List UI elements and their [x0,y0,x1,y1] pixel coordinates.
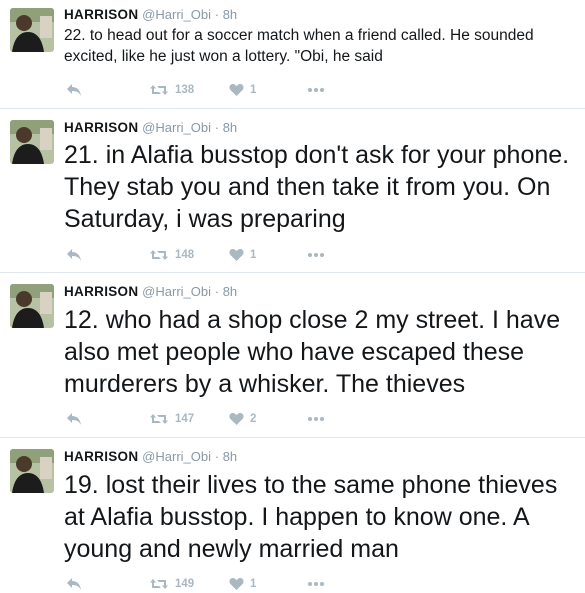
retweet-button[interactable]: 149 [149,575,194,593]
tweet-header: HARRISON @Harri_Obi · 8h [64,120,237,135]
action-bar: 138 1 [64,81,364,99]
author-handle[interactable]: @Harri_Obi [142,7,211,22]
reply-icon [67,578,81,590]
reply-button[interactable] [66,575,82,593]
timestamp[interactable]: · 8h [215,120,237,135]
author-name[interactable]: HARRISON [64,449,138,464]
reply-icon [67,413,81,425]
tweet-text: 22. to head out for a soccer match when … [64,27,534,65]
like-button[interactable]: 1 [229,246,256,264]
more-dots-icon [308,417,324,421]
retweet-icon [150,414,168,424]
more-dots-icon [308,88,324,92]
like-count: 1 [250,84,257,96]
author-handle[interactable]: @Harri_Obi [142,284,211,299]
reply-button[interactable] [66,410,82,428]
reply-icon [67,249,81,261]
retweet-count: 147 [175,413,195,425]
author-name[interactable]: HARRISON [64,120,138,135]
tweet-1: HARRISON @Harri_Obi · 8h 22. to head out… [0,0,585,109]
tweet-header: HARRISON @Harri_Obi · 8h [64,449,237,464]
author-handle[interactable]: @Harri_Obi [142,120,211,135]
more-dots-icon [308,253,324,257]
retweet-count: 149 [175,578,195,590]
action-bar: 147 2 [64,410,364,428]
like-count: 1 [250,578,257,590]
like-button[interactable]: 2 [229,410,256,428]
retweet-icon [150,579,168,589]
tweet-3: HARRISON @Harri_Obi · 8h 12. who had a s… [0,273,585,438]
retweet-count: 138 [175,84,195,96]
tweet-text: 21. in Alafia busstop don't ask for your… [64,141,570,233]
timestamp[interactable]: · 8h [215,449,237,464]
like-count: 2 [250,413,257,425]
retweet-icon [150,85,168,95]
more-dots-icon [308,582,324,586]
retweet-count: 148 [175,249,195,261]
more-button[interactable] [307,246,325,264]
retweet-button[interactable]: 148 [149,246,194,264]
heart-icon [229,413,244,425]
like-button[interactable]: 1 [229,575,256,593]
author-name[interactable]: HARRISON [64,284,138,299]
like-button[interactable]: 1 [229,81,256,99]
reply-button[interactable] [66,246,82,264]
tweet-text: 12. who had a shop close 2 my street. I … [64,306,561,398]
retweet-icon [150,250,168,260]
action-bar: 148 1 [64,246,364,264]
tweet-4: HARRISON @Harri_Obi · 8h 19. lost their … [0,438,585,593]
heart-icon [229,578,244,590]
tweet-text: 19. lost their lives to the same phone t… [64,471,558,563]
avatar[interactable] [10,8,54,52]
tweet-header: HARRISON @Harri_Obi · 8h [64,284,237,299]
heart-icon [229,249,244,261]
action-bar: 149 1 [64,575,364,593]
more-button[interactable] [307,81,325,99]
avatar[interactable] [10,120,54,164]
reply-icon [67,84,81,96]
author-handle[interactable]: @Harri_Obi [142,449,211,464]
like-count: 1 [250,249,257,261]
more-button[interactable] [307,575,325,593]
heart-icon [229,84,244,96]
timestamp[interactable]: · 8h [215,7,237,22]
tweet-2: HARRISON @Harri_Obi · 8h 21. in Alafia b… [0,109,585,273]
more-button[interactable] [307,410,325,428]
avatar[interactable] [10,449,54,493]
avatar[interactable] [10,284,54,328]
retweet-button[interactable]: 138 [149,81,194,99]
author-name[interactable]: HARRISON [64,7,138,22]
retweet-button[interactable]: 147 [149,410,194,428]
tweet-header: HARRISON @Harri_Obi · 8h [64,7,237,22]
reply-button[interactable] [66,81,82,99]
timestamp[interactable]: · 8h [215,284,237,299]
